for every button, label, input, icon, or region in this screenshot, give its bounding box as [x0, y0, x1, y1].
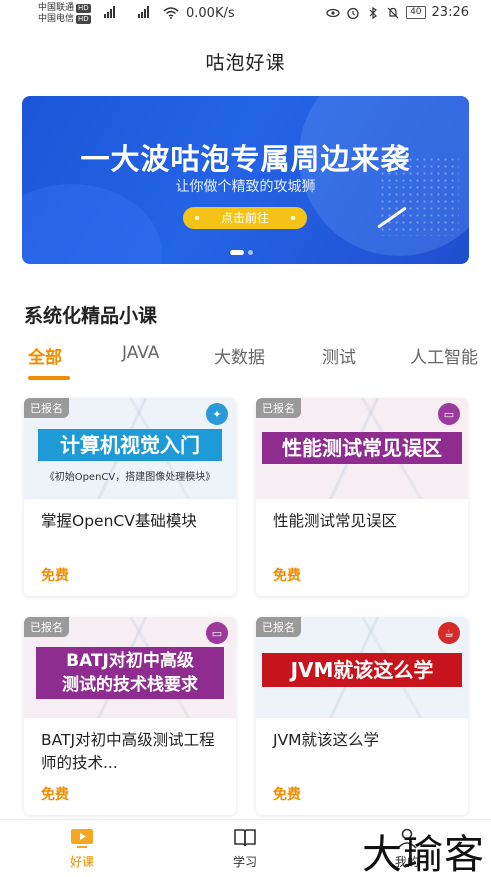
enrolled-badge: 已报名 [24, 617, 69, 637]
tab-all[interactable]: 全部 [28, 343, 62, 368]
banner-headline: 一大波咕泡专属周边来袭 [80, 142, 411, 176]
thumbnail-title: 性能测试常见误区 [262, 432, 462, 464]
nav-label: 学习 [232, 855, 257, 869]
thumbnail-title-line: 测试的技术栈要求 [62, 675, 198, 695]
carrier-2: 中国电信 [38, 14, 75, 24]
alarm-icon [347, 7, 359, 19]
signal-icon [104, 6, 115, 18]
carrier-1: 中国联通 [38, 3, 75, 13]
status-right: 40 23:26 [326, 5, 469, 20]
course-card[interactable]: JVM就该这么学 ☕ 已报名 JVM就该这么学 免费 [256, 617, 468, 815]
wifi-icon [163, 7, 179, 19]
course-card[interactable]: 性能测试常见误区 ▭ 已报名 性能测试常见误区 免费 [256, 398, 468, 596]
thumbnail-caption: 《初始OpenCV，搭建图像处理模块》 [44, 472, 216, 483]
play-icon [71, 829, 93, 848]
enrolled-badge: 已报名 [256, 617, 301, 637]
nav-item-study[interactable]: 学习 [200, 820, 290, 870]
thumbnail-title: BATJ对初中高级 测试的技术栈要求 [36, 647, 224, 699]
course-price: 免费 [41, 568, 69, 584]
nav-label: 好课 [69, 855, 94, 869]
java-icon: ☕ [438, 622, 460, 644]
carousel-indicator [230, 250, 253, 255]
course-thumbnail: JVM就该这么学 ☕ 已报名 [256, 617, 468, 718]
course-card[interactable]: BATJ对初中高级 测试的技术栈要求 ▭ 已报名 BATJ对初中高级测试工程师的… [24, 617, 236, 815]
page-title: 咕泡好课 [205, 52, 286, 74]
course-title: JVM就该这么学 [273, 731, 380, 749]
hd-badge: HD [76, 15, 91, 24]
bluetooth-icon [369, 6, 378, 19]
course-title: 性能测试常见误区 [273, 512, 398, 530]
enrolled-badge: 已报名 [256, 398, 301, 418]
course-title: 掌握OpenCV基础模块 [41, 512, 197, 530]
thumbnail-title: 计算机视觉入门 [38, 429, 222, 461]
banner-decoration [22, 184, 162, 264]
hd-badge: HD [76, 4, 91, 13]
course-price: 免费 [273, 787, 301, 803]
signal-icon [138, 6, 149, 18]
carousel-dot[interactable] [230, 250, 244, 255]
course-title: BATJ对初中高级测试工程师的技术... [41, 731, 215, 772]
tab-ai[interactable]: 人工智能 [410, 343, 478, 368]
thumbnail-title-line: BATJ对初中高级 [66, 651, 194, 671]
carousel-dot[interactable] [248, 250, 253, 255]
eye-icon [326, 8, 340, 17]
book-icon [234, 829, 256, 847]
tab-java[interactable]: JAVA [122, 343, 159, 363]
thumbnail-title: JVM就该这么学 [262, 653, 462, 687]
tab-big-data[interactable]: 大数据 [214, 343, 265, 368]
course-thumbnail: BATJ对初中高级 测试的技术栈要求 ▭ 已报名 [24, 617, 236, 718]
banner-subtitle: 让你做个精致的攻城狮 [175, 179, 316, 195]
tab-testing[interactable]: 测试 [322, 343, 356, 368]
clock: 23:26 [431, 5, 469, 20]
course-thumbnail: 计算机视觉入门 《初始OpenCV，搭建图像处理模块》 ✦ 已报名 [24, 398, 236, 499]
active-tab-indicator [28, 376, 70, 380]
category-tabs: 全部 JAVA 大数据 测试 人工智能 [28, 343, 491, 383]
course-price: 免费 [273, 568, 301, 584]
watermark: 大瑜客 [362, 832, 485, 877]
network-speed: 0.00K/s [186, 6, 235, 21]
battery-indicator: 40 [406, 6, 426, 19]
course-thumbnail: 性能测试常见误区 ▭ 已报名 [256, 398, 468, 499]
monitor-icon: ▭ [206, 622, 228, 644]
section-title: 系统化精品小课 [24, 305, 158, 327]
monitor-icon: ▭ [438, 403, 460, 425]
status-bar: 中国联通 HD 中国电信 HD 0.00K/s 40 23:26 [0, 0, 491, 30]
course-card[interactable]: 计算机视觉入门 《初始OpenCV，搭建图像处理模块》 ✦ 已报名 掌握Open… [24, 398, 236, 596]
enrolled-badge: 已报名 [24, 398, 69, 418]
carrier-info: 中国联通 HD 中国电信 HD [38, 3, 91, 25]
mute-icon [387, 7, 399, 18]
brain-icon: ✦ [206, 403, 228, 425]
promo-banner[interactable]: 一大波咕泡专属周边来袭 让你做个精致的攻城狮 点击前往 [22, 96, 469, 264]
nav-item-courses[interactable]: 好课 [37, 820, 127, 870]
banner-cta-button[interactable]: 点击前往 [183, 207, 307, 229]
course-price: 免费 [41, 787, 69, 803]
